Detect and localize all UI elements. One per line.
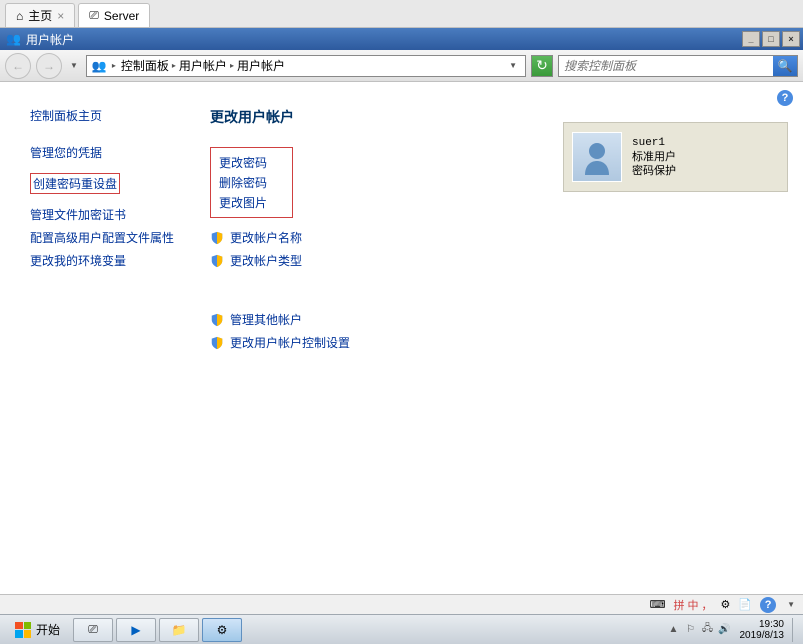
system-tray: ▲ ⚐ 🖧 🔊: [667, 623, 732, 637]
sidebar-link-env-vars[interactable]: 更改我的环境变量: [30, 252, 180, 269]
arrow-right-icon: →: [43, 59, 55, 73]
user-type: 标准用户: [632, 150, 676, 164]
status-bar: ⌨ 拼 中 ， ⚙ 📄 ? ▼: [0, 594, 803, 614]
tab-label: 主页: [28, 7, 52, 24]
refresh-button[interactable]: ↻: [531, 55, 553, 77]
start-button[interactable]: 开始: [5, 618, 70, 642]
action-change-picture[interactable]: 更改图片: [219, 194, 267, 211]
user-protection: 密码保护: [632, 164, 676, 178]
address-bar[interactable]: 👥 ▸ 控制面板 ▸ 用户帐户 ▸ 用户帐户 ▼: [86, 55, 526, 77]
ime-tool-icon[interactable]: ⚙: [721, 598, 731, 611]
time-label: 19:30: [740, 619, 785, 630]
taskbar-explorer[interactable]: 📁: [159, 618, 199, 642]
ime-icon[interactable]: 拼: [674, 597, 685, 613]
powershell-icon: ▶: [131, 623, 140, 637]
action-label: 更改帐户名称: [230, 229, 302, 246]
show-desktop-button[interactable]: [792, 618, 798, 642]
tray-expand-icon[interactable]: ▲: [667, 623, 681, 637]
server-icon: ⎚: [89, 8, 99, 23]
taskbar-control-panel[interactable]: ⚙: [202, 618, 242, 642]
taskbar: 开始 ⎚ ▶ 📁 ⚙ ▲ ⚐ 🖧 🔊 19:30 2019/8/13: [0, 614, 803, 644]
volume-icon[interactable]: 🔊: [718, 623, 732, 637]
sidebar: 控制面板主页 管理您的凭据 创建密码重设盘 管理文件加密证书 配置高级用户配置文…: [0, 82, 200, 594]
window-title-bar: 👥 用户帐户 _ □ ×: [0, 28, 803, 50]
ime-tool-icon[interactable]: 📄: [738, 598, 752, 611]
history-dropdown[interactable]: ▼: [67, 61, 81, 70]
breadcrumb-item[interactable]: 控制面板: [121, 57, 169, 74]
tab-home[interactable]: ⌂ 主页 ×: [5, 3, 75, 27]
server-icon: ⎚: [88, 622, 98, 637]
chevron-down-icon[interactable]: ▼: [784, 600, 798, 609]
forward-button[interactable]: →: [36, 53, 62, 79]
sidebar-link-password-reset-disk[interactable]: 创建密码重设盘: [30, 173, 120, 194]
sidebar-link-advanced-profile[interactable]: 配置高级用户配置文件属性: [30, 229, 180, 246]
tab-label: Server: [104, 9, 139, 23]
action-label: 更改用户帐户控制设置: [230, 334, 350, 351]
users-icon: 👥: [92, 59, 107, 73]
action-change-account-name[interactable]: 更改帐户名称: [210, 229, 783, 246]
action-manage-other-accounts[interactable]: 管理其他帐户: [210, 311, 783, 328]
chevron-right-icon: ▸: [112, 61, 116, 70]
shield-icon: [210, 254, 224, 268]
refresh-icon: ↻: [536, 57, 548, 74]
windows-logo-icon: [15, 622, 31, 638]
shield-icon: [210, 336, 224, 350]
highlighted-action-box: 更改密码 删除密码 更改图片: [210, 147, 293, 218]
users-icon: 👥: [6, 32, 21, 46]
action-label: 更改帐户类型: [230, 252, 302, 269]
taskbar-powershell[interactable]: ▶: [116, 618, 156, 642]
app-tabs-bar: ⌂ 主页 × ⎚ Server: [0, 0, 803, 28]
search-input[interactable]: [559, 59, 773, 73]
user-info: suer1 标准用户 密码保护: [632, 136, 676, 179]
start-label: 开始: [36, 621, 60, 638]
control-panel-icon: ⚙: [217, 623, 228, 637]
ime-item[interactable]: ，: [702, 597, 713, 613]
user-card: suer1 标准用户 密码保护: [563, 122, 788, 192]
close-button[interactable]: ×: [782, 31, 800, 47]
close-icon[interactable]: ×: [57, 9, 64, 23]
help-button[interactable]: ?: [760, 597, 776, 613]
shield-icon: [210, 313, 224, 327]
breadcrumb-item[interactable]: 用户帐户: [179, 57, 227, 74]
avatar: [572, 132, 622, 182]
shield-icon: [210, 231, 224, 245]
action-delete-password[interactable]: 删除密码: [219, 174, 267, 191]
user-name: suer1: [632, 136, 676, 150]
sidebar-title[interactable]: 控制面板主页: [30, 107, 180, 124]
ime-section: 拼 中 ，: [674, 597, 713, 613]
network-icon[interactable]: 🖧: [701, 623, 715, 637]
back-button[interactable]: ←: [5, 53, 31, 79]
main-area: 更改用户帐户 更改密码 删除密码 更改图片 更改帐户名称 更改帐户类型 管理其他…: [200, 82, 803, 594]
home-icon: ⌂: [16, 9, 23, 23]
sidebar-link-credentials[interactable]: 管理您的凭据: [30, 144, 180, 161]
flag-icon[interactable]: ⚐: [684, 623, 698, 637]
arrow-left-icon: ←: [12, 59, 24, 73]
navigation-toolbar: ← → ▼ 👥 ▸ 控制面板 ▸ 用户帐户 ▸ 用户帐户 ▼ ↻ 🔍: [0, 50, 803, 82]
action-change-uac-settings[interactable]: 更改用户帐户控制设置: [210, 334, 783, 351]
window-controls: _ □ ×: [742, 31, 800, 47]
ime-item[interactable]: 中: [688, 597, 699, 613]
minimize-button[interactable]: _: [742, 31, 760, 47]
taskbar-server-manager[interactable]: ⎚: [73, 618, 113, 642]
search-box: 🔍: [558, 55, 798, 77]
folder-icon: 📁: [172, 623, 187, 637]
ime-keyboard-icon[interactable]: ⌨: [650, 598, 666, 611]
address-dropdown[interactable]: ▼: [506, 61, 520, 70]
search-icon: 🔍: [778, 59, 793, 73]
content-area: ? 控制面板主页 管理您的凭据 创建密码重设盘 管理文件加密证书 配置高级用户配…: [0, 82, 803, 594]
sidebar-link-encryption-cert[interactable]: 管理文件加密证书: [30, 206, 180, 223]
breadcrumb-item[interactable]: 用户帐户: [237, 57, 285, 74]
window-title: 用户帐户: [26, 31, 74, 48]
action-change-account-type[interactable]: 更改帐户类型: [210, 252, 783, 269]
chevron-right-icon: ▸: [230, 61, 234, 70]
action-label: 管理其他帐户: [230, 311, 302, 328]
action-change-password[interactable]: 更改密码: [219, 154, 267, 171]
clock[interactable]: 19:30 2019/8/13: [740, 619, 785, 641]
search-button[interactable]: 🔍: [773, 56, 797, 76]
chevron-right-icon: ▸: [172, 61, 176, 70]
maximize-button[interactable]: □: [762, 31, 780, 47]
tab-server[interactable]: ⎚ Server: [78, 3, 150, 27]
breadcrumb: 控制面板 ▸ 用户帐户 ▸ 用户帐户: [121, 57, 285, 74]
date-label: 2019/8/13: [740, 630, 785, 641]
